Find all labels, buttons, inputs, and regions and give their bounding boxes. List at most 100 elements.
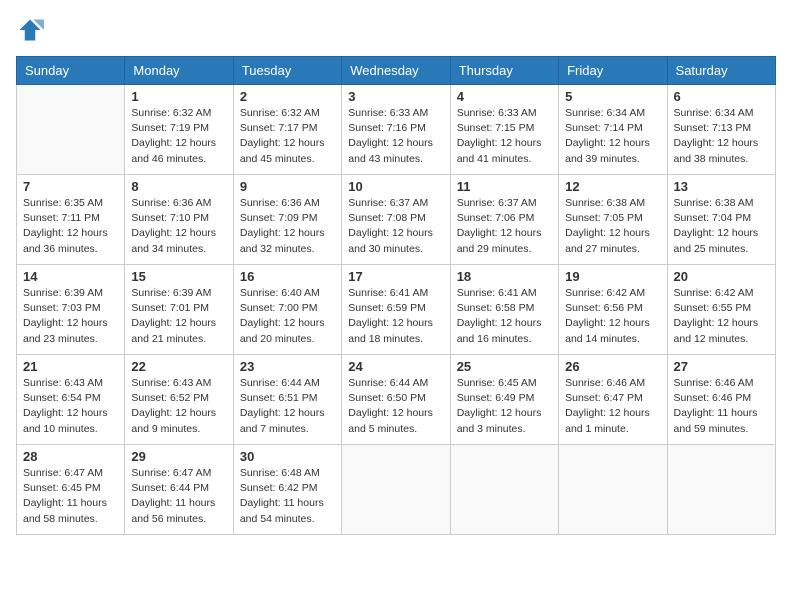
day-number: 19 (565, 269, 660, 284)
day-of-week-header: Thursday (450, 57, 558, 85)
calendar-cell: 30Sunrise: 6:48 AM Sunset: 6:42 PM Dayli… (233, 445, 341, 535)
day-number: 10 (348, 179, 443, 194)
cell-sun-info: Sunrise: 6:47 AM Sunset: 6:44 PM Dayligh… (131, 466, 226, 527)
calendar-cell: 16 Sunrise: 6:40 AM Sunset: 7:00 PM Dayli… (233, 265, 341, 355)
day-number: 24 (348, 359, 443, 374)
calendar-cell: 17 Sunrise: 6:41 AM Sunset: 6:59 PM Dayli… (342, 265, 450, 355)
calendar-cell: 24 Sunrise: 6:44 AM Sunset: 6:50 PM Dayli… (342, 355, 450, 445)
cell-sun-info: Sunrise: 6:33 AM Sunset: 7:15 PM Dayligh… (457, 106, 552, 167)
day-of-week-header: Monday (125, 57, 233, 85)
cell-sun-info: Sunrise: 6:44 AM Sunset: 6:50 PM Dayligh… (348, 376, 443, 437)
calendar-cell: 21 Sunrise: 6:43 AM Sunset: 6:54 PM Dayli… (17, 355, 125, 445)
calendar-cell: 14 Sunrise: 6:39 AM Sunset: 7:03 PM Dayli… (17, 265, 125, 355)
cell-sun-info: Sunrise: 6:40 AM Sunset: 7:00 PM Dayligh… (240, 286, 335, 347)
day-number: 27 (674, 359, 769, 374)
logo-icon (16, 16, 44, 44)
calendar-cell: 5Sunrise: 6:34 AM Sunset: 7:14 PM Daylig… (559, 85, 667, 175)
cell-sun-info: Sunrise: 6:43 AM Sunset: 6:52 PM Dayligh… (131, 376, 226, 437)
calendar-cell (667, 445, 775, 535)
cell-sun-info: Sunrise: 6:32 AM Sunset: 7:17 PM Dayligh… (240, 106, 335, 167)
day-number: 3 (348, 89, 443, 104)
cell-sun-info: Sunrise: 6:33 AM Sunset: 7:16 PM Dayligh… (348, 106, 443, 167)
day-number: 21 (23, 359, 118, 374)
cell-sun-info: Sunrise: 6:42 AM Sunset: 6:56 PM Dayligh… (565, 286, 660, 347)
calendar-week-row: 7 Sunrise: 6:35 AM Sunset: 7:11 PM Daylig… (17, 175, 776, 265)
day-of-week-header: Tuesday (233, 57, 341, 85)
calendar-cell: 25 Sunrise: 6:45 AM Sunset: 6:49 PM Dayli… (450, 355, 558, 445)
day-number: 14 (23, 269, 118, 284)
day-number: 7 (23, 179, 118, 194)
calendar-cell: 10 Sunrise: 6:37 AM Sunset: 7:08 PM Dayli… (342, 175, 450, 265)
cell-sun-info: Sunrise: 6:43 AM Sunset: 6:54 PM Dayligh… (23, 376, 118, 437)
calendar-cell: 27 Sunrise: 6:46 AM Sunset: 6:46 PM Dayli… (667, 355, 775, 445)
cell-sun-info: Sunrise: 6:37 AM Sunset: 7:06 PM Dayligh… (457, 196, 552, 257)
day-number: 25 (457, 359, 552, 374)
calendar-week-row: 28 Sunrise: 6:47 AM Sunset: 6:45 PM Dayli… (17, 445, 776, 535)
day-of-week-header: Saturday (667, 57, 775, 85)
calendar-cell: 3 Sunrise: 6:33 AM Sunset: 7:16 PM Daylig… (342, 85, 450, 175)
day-number: 9 (240, 179, 335, 194)
page-header (16, 16, 776, 44)
day-number: 26 (565, 359, 660, 374)
day-number: 13 (674, 179, 769, 194)
cell-sun-info: Sunrise: 6:46 AM Sunset: 6:46 PM Dayligh… (674, 376, 769, 437)
day-number: 30 (240, 449, 335, 464)
calendar-cell (342, 445, 450, 535)
calendar-cell: 4Sunrise: 6:33 AM Sunset: 7:15 PM Daylig… (450, 85, 558, 175)
calendar-cell: 19 Sunrise: 6:42 AM Sunset: 6:56 PM Dayli… (559, 265, 667, 355)
day-number: 22 (131, 359, 226, 374)
calendar-week-row: 14 Sunrise: 6:39 AM Sunset: 7:03 PM Dayli… (17, 265, 776, 355)
calendar-cell (559, 445, 667, 535)
day-number: 5 (565, 89, 660, 104)
day-number: 8 (131, 179, 226, 194)
cell-sun-info: Sunrise: 6:36 AM Sunset: 7:09 PM Dayligh… (240, 196, 335, 257)
cell-sun-info: Sunrise: 6:36 AM Sunset: 7:10 PM Dayligh… (131, 196, 226, 257)
day-of-week-header: Friday (559, 57, 667, 85)
day-number: 16 (240, 269, 335, 284)
day-number: 2 (240, 89, 335, 104)
day-number: 18 (457, 269, 552, 284)
calendar-cell: 9 Sunrise: 6:36 AM Sunset: 7:09 PM Daylig… (233, 175, 341, 265)
cell-sun-info: Sunrise: 6:35 AM Sunset: 7:11 PM Dayligh… (23, 196, 118, 257)
cell-sun-info: Sunrise: 6:42 AM Sunset: 6:55 PM Dayligh… (674, 286, 769, 347)
day-number: 6 (674, 89, 769, 104)
calendar-cell: 2 Sunrise: 6:32 AM Sunset: 7:17 PM Daylig… (233, 85, 341, 175)
cell-sun-info: Sunrise: 6:45 AM Sunset: 6:49 PM Dayligh… (457, 376, 552, 437)
calendar-cell: 20Sunrise: 6:42 AM Sunset: 6:55 PM Dayli… (667, 265, 775, 355)
cell-sun-info: Sunrise: 6:39 AM Sunset: 7:01 PM Dayligh… (131, 286, 226, 347)
calendar-cell: 12 Sunrise: 6:38 AM Sunset: 7:05 PM Dayli… (559, 175, 667, 265)
cell-sun-info: Sunrise: 6:38 AM Sunset: 7:05 PM Dayligh… (565, 196, 660, 257)
day-number: 17 (348, 269, 443, 284)
cell-sun-info: Sunrise: 6:47 AM Sunset: 6:45 PM Dayligh… (23, 466, 118, 527)
calendar-cell: 7 Sunrise: 6:35 AM Sunset: 7:11 PM Daylig… (17, 175, 125, 265)
day-of-week-header: Wednesday (342, 57, 450, 85)
calendar-cell (17, 85, 125, 175)
cell-sun-info: Sunrise: 6:41 AM Sunset: 6:59 PM Dayligh… (348, 286, 443, 347)
cell-sun-info: Sunrise: 6:32 AM Sunset: 7:19 PM Dayligh… (131, 106, 226, 167)
cell-sun-info: Sunrise: 6:46 AM Sunset: 6:47 PM Dayligh… (565, 376, 660, 437)
cell-sun-info: Sunrise: 6:37 AM Sunset: 7:08 PM Dayligh… (348, 196, 443, 257)
cell-sun-info: Sunrise: 6:41 AM Sunset: 6:58 PM Dayligh… (457, 286, 552, 347)
logo (16, 16, 48, 44)
day-number: 29 (131, 449, 226, 464)
calendar-cell: 28 Sunrise: 6:47 AM Sunset: 6:45 PM Dayli… (17, 445, 125, 535)
calendar-week-row: 1Sunrise: 6:32 AM Sunset: 7:19 PM Daylig… (17, 85, 776, 175)
cell-sun-info: Sunrise: 6:44 AM Sunset: 6:51 PM Dayligh… (240, 376, 335, 437)
calendar-cell: 22 Sunrise: 6:43 AM Sunset: 6:52 PM Dayli… (125, 355, 233, 445)
calendar-cell: 15Sunrise: 6:39 AM Sunset: 7:01 PM Dayli… (125, 265, 233, 355)
day-number: 28 (23, 449, 118, 464)
calendar-cell: 26 Sunrise: 6:46 AM Sunset: 6:47 PM Dayli… (559, 355, 667, 445)
calendar-cell: 1Sunrise: 6:32 AM Sunset: 7:19 PM Daylig… (125, 85, 233, 175)
day-number: 11 (457, 179, 552, 194)
cell-sun-info: Sunrise: 6:39 AM Sunset: 7:03 PM Dayligh… (23, 286, 118, 347)
cell-sun-info: Sunrise: 6:38 AM Sunset: 7:04 PM Dayligh… (674, 196, 769, 257)
calendar-header-row: SundayMondayTuesdayWednesdayThursdayFrid… (17, 57, 776, 85)
calendar-cell: 23 Sunrise: 6:44 AM Sunset: 6:51 PM Dayli… (233, 355, 341, 445)
calendar-cell: 11 Sunrise: 6:37 AM Sunset: 7:06 PM Dayli… (450, 175, 558, 265)
day-of-week-header: Sunday (17, 57, 125, 85)
calendar-cell: 6Sunrise: 6:34 AM Sunset: 7:13 PM Daylig… (667, 85, 775, 175)
day-number: 23 (240, 359, 335, 374)
calendar-cell: 13 Sunrise: 6:38 AM Sunset: 7:04 PM Dayli… (667, 175, 775, 265)
day-number: 12 (565, 179, 660, 194)
calendar-cell: 8 Sunrise: 6:36 AM Sunset: 7:10 PM Daylig… (125, 175, 233, 265)
